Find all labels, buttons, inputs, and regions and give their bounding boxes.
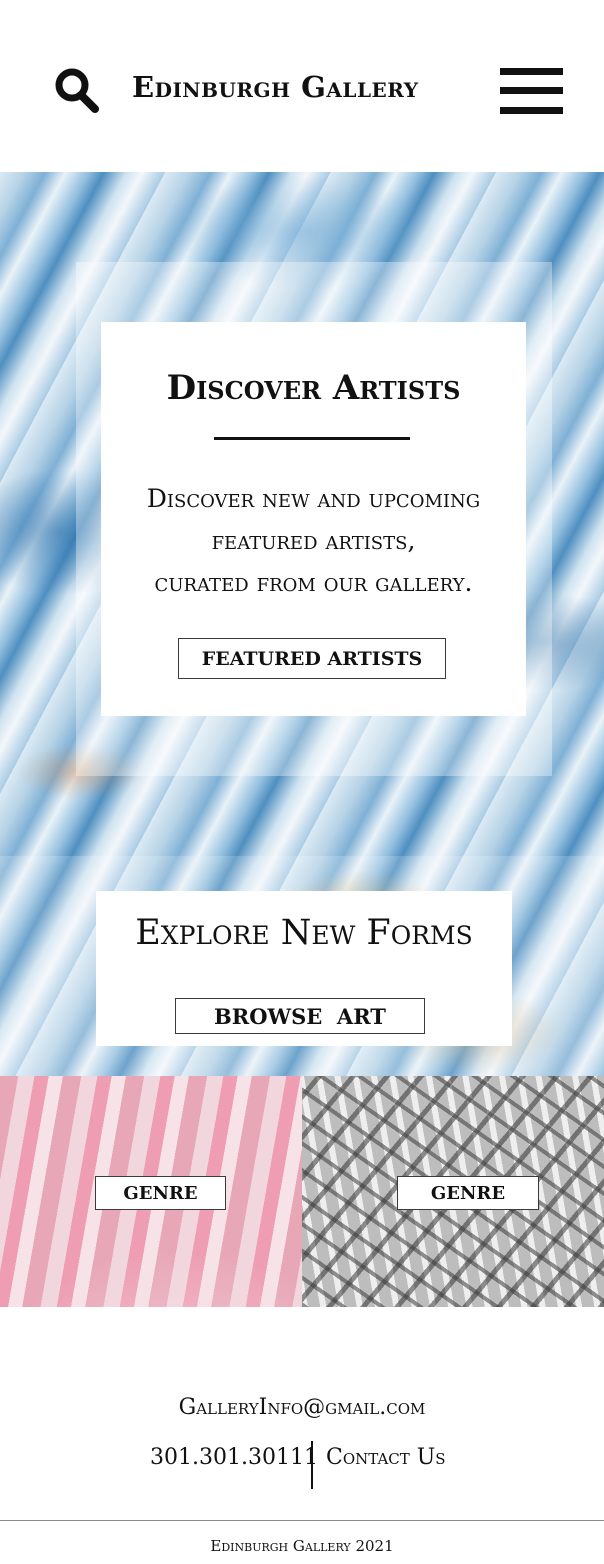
genre-tile-pink[interactable]: GENRE: [0, 1076, 302, 1307]
description-line: curated from our gallery.: [154, 568, 473, 597]
genre-button[interactable]: GENRE: [95, 1176, 226, 1210]
description-line: Discover new and upcoming: [146, 484, 481, 513]
description-line: featured artists,: [211, 526, 416, 555]
discover-artists-description: Discover new and upcoming featured artis…: [101, 478, 526, 604]
footer-contact-link[interactable]: Contact Us: [326, 1445, 446, 1470]
featured-artists-button[interactable]: FEATURED ARTISTS: [178, 638, 446, 679]
footer-rule: [0, 1520, 604, 1521]
hamburger-menu-icon[interactable]: [500, 68, 564, 118]
title-underline: [214, 437, 410, 440]
footer-copyright: Edinburgh Gallery 2021: [210, 1537, 394, 1555]
genre-tile-grey[interactable]: GENRE: [302, 1076, 604, 1307]
marble-hero-background: Discover Artists Discover new and upcomi…: [0, 172, 604, 1076]
explore-new-forms-title: Explore New Forms: [135, 913, 473, 953]
site-brand[interactable]: Edinburgh Gallery: [132, 70, 472, 104]
discover-artists-title: Discover Artists: [166, 368, 461, 408]
footer-phone[interactable]: 301.301.30111: [150, 1445, 318, 1470]
genre-button[interactable]: GENRE: [397, 1176, 539, 1210]
browse-art-button[interactable]: BROWSE ART: [175, 998, 425, 1034]
site-footer: GalleryInfo@gmail.com 301.301.30111 Cont…: [0, 1307, 604, 1564]
footer-email-link[interactable]: GalleryInfo@gmail.com: [0, 1395, 604, 1420]
discover-artists-card: Discover Artists Discover new and upcomi…: [101, 322, 526, 716]
site-header: Edinburgh Gallery: [0, 0, 604, 172]
explore-new-forms-card: Explore New Forms BROWSE ART: [96, 891, 512, 1046]
search-icon[interactable]: [52, 66, 102, 116]
footer-divider: [311, 1441, 313, 1489]
